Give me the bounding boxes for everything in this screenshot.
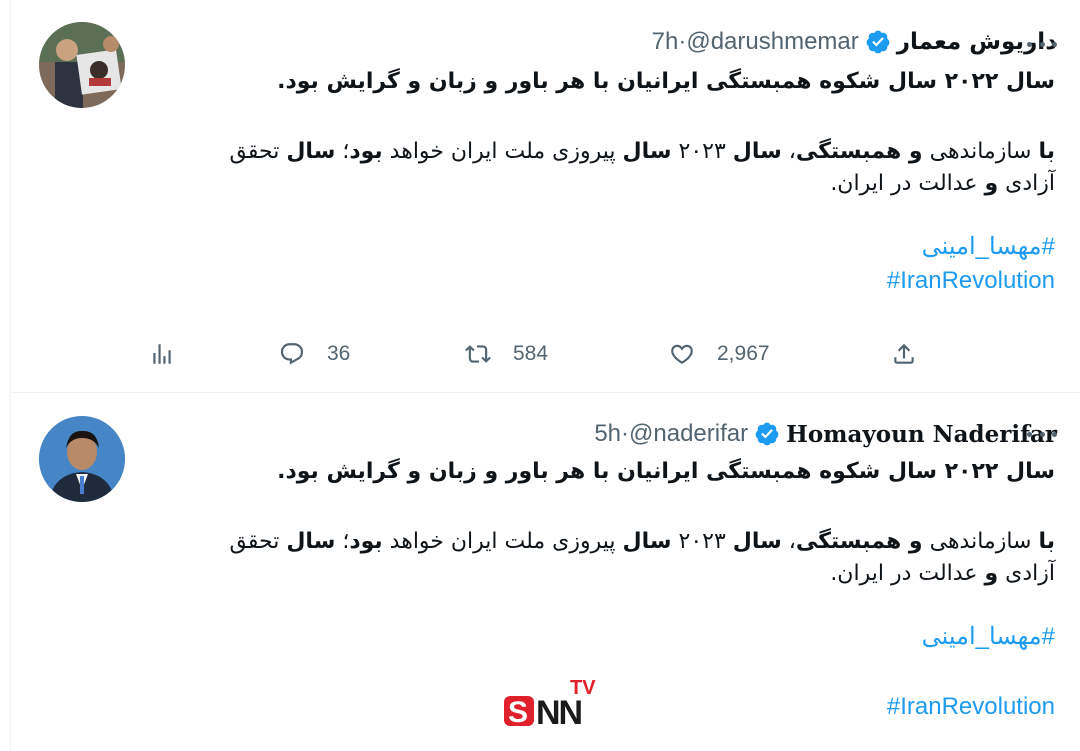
reply-button[interactable]: 36 xyxy=(279,336,350,372)
more-icon[interactable] xyxy=(1027,424,1057,444)
time[interactable]: 7h xyxy=(652,28,679,56)
verified-badge-icon xyxy=(866,30,890,54)
text-line-2: با سازماندهی و همبستگی، سال ۲۰۲۳ سال پیر… xyxy=(229,529,1055,554)
like-icon xyxy=(671,344,693,364)
separator: · xyxy=(621,420,630,447)
timeline: 7h · @darushmemar داریوش معمار سال ۲۰۲۲ … xyxy=(10,0,1080,751)
analytics-icon xyxy=(153,344,171,364)
text-line-2: با سازماندهی و همبستگی، سال ۲۰۲۳ سال پیر… xyxy=(229,139,1055,164)
reply-icon xyxy=(280,343,304,365)
separator: · xyxy=(678,28,687,55)
handle[interactable]: @naderifar xyxy=(629,420,748,448)
text-line-3: آزادی و عدالت در ایران. xyxy=(830,561,1055,586)
more-icon[interactable] xyxy=(1027,34,1057,54)
avatar[interactable] xyxy=(39,22,125,108)
verified-badge-icon xyxy=(755,422,779,446)
retweet-icon xyxy=(465,345,491,363)
snn-tv-watermark-logo: TV S NN xyxy=(500,676,610,732)
svg-text:NN: NN xyxy=(536,694,582,728)
tweet-text: سال ۲۰۲۲ سال شکوه همبستگی ایرانیان با هر… xyxy=(161,66,1055,298)
display-name[interactable]: Homayoun Naderifar xyxy=(786,421,1057,448)
like-count: 2,967 xyxy=(717,342,770,365)
analytics-button[interactable] xyxy=(149,336,175,372)
tweet-actions: 36 584 2,967 xyxy=(149,336,929,372)
share-button[interactable] xyxy=(891,336,917,372)
text-line-1: سال ۲۰۲۲ سال شکوه همبستگی ایرانیان با هر… xyxy=(277,69,1055,94)
avatar[interactable] xyxy=(39,416,125,502)
time[interactable]: 5h xyxy=(594,420,621,448)
retweet-button[interactable]: 584 xyxy=(465,336,548,372)
tweet-darushmemar[interactable]: 7h · @darushmemar داریوش معمار سال ۲۰۲۲ … xyxy=(11,0,1080,393)
text-line-1: سال ۲۰۲۲ سال شکوه همبستگی ایرانیان با هر… xyxy=(277,459,1055,484)
hashtag-link[interactable]: #مهسا_امینی xyxy=(161,230,1055,264)
share-icon xyxy=(894,343,914,364)
reply-count: 36 xyxy=(327,342,351,365)
tweet-header: 7h · @darushmemar داریوش معمار xyxy=(652,26,1057,58)
svg-text:S: S xyxy=(508,696,528,728)
text-line-3: آزادی و عدالت در ایران. xyxy=(830,171,1055,196)
handle[interactable]: @darushmemar xyxy=(686,28,858,56)
hashtag-link[interactable]: #مهسا_امینی xyxy=(161,620,1055,654)
hashtag-link[interactable]: #IranRevolution xyxy=(161,264,1055,298)
like-button[interactable]: 2,967 xyxy=(669,336,770,372)
retweet-count: 584 xyxy=(513,342,549,365)
tweet-header: 5h · @naderifar Homayoun Naderifar xyxy=(594,418,1057,450)
